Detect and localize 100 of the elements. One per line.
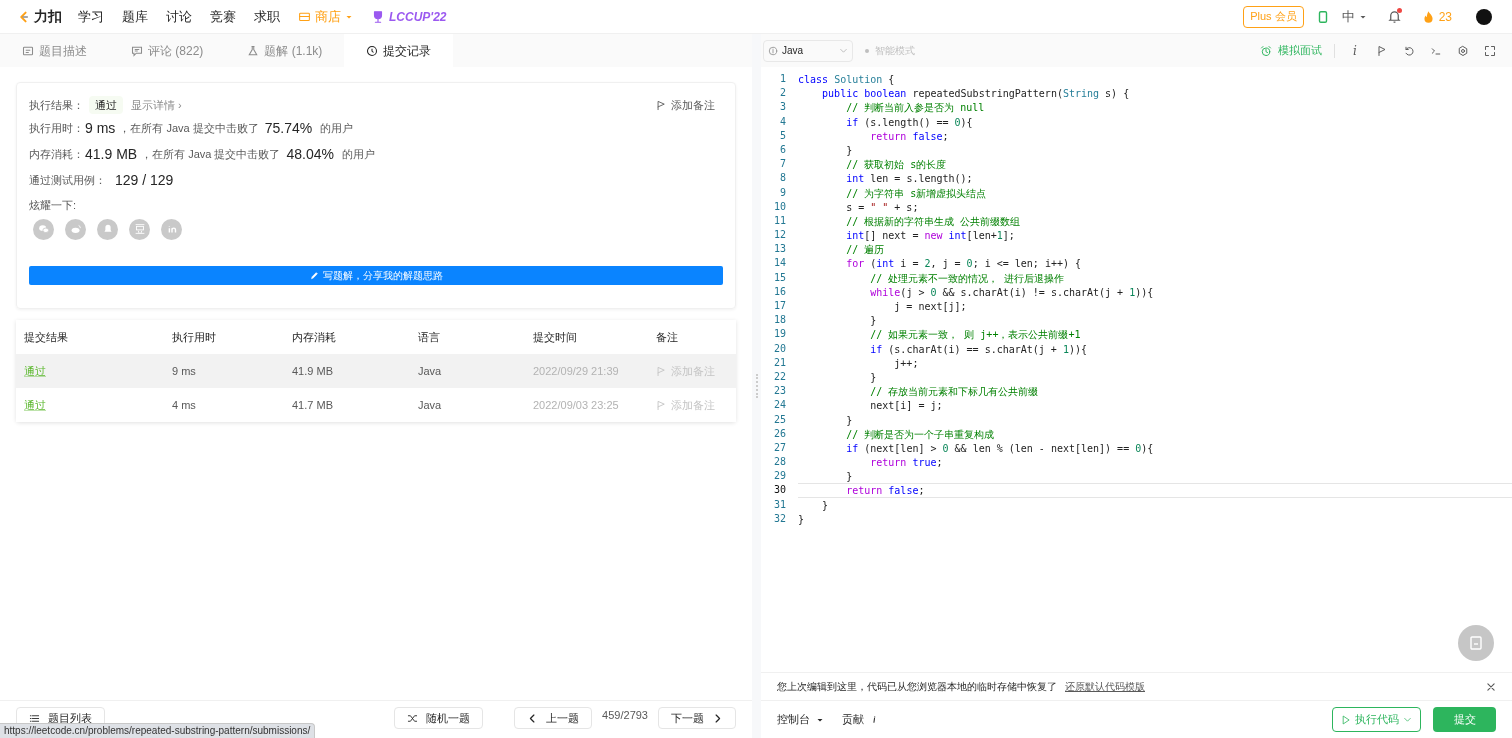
column-header: 内存消耗 xyxy=(292,329,337,345)
code-line: s = " " + s; xyxy=(845,200,920,214)
document-icon xyxy=(22,44,34,57)
chat-bubbles-icon[interactable] xyxy=(33,218,54,240)
status-badge: 通过 xyxy=(89,95,123,115)
language-menu[interactable]: 中 xyxy=(1341,6,1367,27)
line-number: 9 xyxy=(778,185,787,200)
douban-icon[interactable] xyxy=(129,218,150,240)
contribute-button[interactable]: 贡献 xyxy=(842,711,879,728)
stat-text: 的用户 xyxy=(320,120,354,136)
nav-link[interactable]: 学习 xyxy=(78,6,104,27)
line-number: 5 xyxy=(778,128,787,143)
flame-icon xyxy=(1421,9,1435,24)
code-line: // 遍历 xyxy=(845,243,886,257)
column-header: 语言 xyxy=(418,329,441,345)
code-line: } xyxy=(845,470,854,484)
avatar[interactable] xyxy=(1476,8,1492,25)
flag-icon xyxy=(656,365,667,377)
nav-link[interactable]: 讨论 xyxy=(166,6,192,27)
close-icon[interactable] xyxy=(1486,681,1496,692)
code-line: return true; xyxy=(869,456,944,470)
stat-text: 的用户 xyxy=(342,146,375,162)
code-line: if (next[len] > 0 && len % (len - next[len]) == 0){ xyxy=(845,441,1155,456)
event-link[interactable]: LCCUP'22 xyxy=(371,7,447,26)
line-number: 3 xyxy=(778,100,787,115)
alarm-clock-icon xyxy=(1260,44,1272,57)
code-line: j = next[j]; xyxy=(893,300,968,314)
console-button[interactable]: 控制台 xyxy=(777,711,824,728)
resize-handle[interactable] xyxy=(755,374,758,398)
previous-button[interactable]: 上一题 xyxy=(514,707,593,729)
language-select[interactable]: Java xyxy=(763,39,853,62)
stat-text: ，在所有 Java 提交中击败了 xyxy=(141,146,281,162)
line-number: 32 xyxy=(772,511,787,526)
line-number: 20 xyxy=(772,341,787,356)
nav-link[interactable]: 题库 xyxy=(122,6,148,27)
table-cell-text: 41.7 MB xyxy=(292,397,334,413)
site-logo-text[interactable]: 力扣 xyxy=(34,6,62,27)
reset-icon[interactable] xyxy=(1403,44,1415,57)
line-number: 1 xyxy=(778,72,787,86)
random-problem-button[interactable]: 随机一题 xyxy=(394,707,484,729)
line-number: 23 xyxy=(772,384,787,399)
line-number: 14 xyxy=(772,256,787,271)
stat-value: 41.9 MB xyxy=(85,144,138,164)
linkedin-icon[interactable] xyxy=(161,218,182,240)
chevron-down-icon xyxy=(839,46,848,55)
flag-icon[interactable] xyxy=(1376,44,1388,57)
percentile-value: 48.04% xyxy=(286,144,334,164)
code-line: } xyxy=(869,370,878,385)
details-link[interactable]: 显示详情 › xyxy=(131,96,182,114)
table-cell-text: 2022/09/29 21:39 xyxy=(533,363,620,379)
clock-icon xyxy=(366,44,379,57)
flag-icon xyxy=(656,99,667,111)
code-line: return false; xyxy=(869,129,950,143)
code-line: // 根据新的字符串生成 公共前缀数组 xyxy=(845,214,1022,229)
notes-button[interactable] xyxy=(1458,625,1494,661)
comment-icon xyxy=(131,44,143,57)
pencil-icon xyxy=(309,270,319,280)
tab[interactable]: 提交记录 xyxy=(344,34,454,67)
line-number: 2 xyxy=(778,86,787,101)
line-number: 6 xyxy=(778,142,787,157)
stat-text: ，在所有 Java 提交中击败了 xyxy=(119,120,259,136)
line-number: 19 xyxy=(772,327,787,342)
write-solution-button[interactable]: 写题解，分享我的解题思路 xyxy=(29,265,723,285)
line-number: 31 xyxy=(772,497,787,512)
settings-icon[interactable] xyxy=(1457,44,1469,57)
info-button[interactable]: i xyxy=(1347,41,1363,60)
nav-link[interactable]: 竞赛 xyxy=(210,6,236,27)
code-line: } xyxy=(845,143,854,158)
add-note-button[interactable]: 添加备注 xyxy=(656,96,715,114)
fullscreen-icon[interactable] xyxy=(1484,44,1496,57)
code-line: next[i] = j; xyxy=(869,399,944,413)
line-number: 28 xyxy=(772,455,787,470)
trophy-icon xyxy=(371,9,385,24)
penguin-icon[interactable] xyxy=(97,218,118,240)
info-icon xyxy=(768,45,778,56)
stat-value: 9 ms xyxy=(85,118,116,138)
line-number: 4 xyxy=(778,114,787,129)
table-cell-text: Java xyxy=(418,363,443,379)
nav-link[interactable]: 求职 xyxy=(254,6,280,27)
line-number: 22 xyxy=(772,369,787,384)
line-number: 30 xyxy=(772,483,787,498)
line-number: 29 xyxy=(772,469,787,484)
line-number: 15 xyxy=(772,270,787,285)
notification-bell-icon[interactable] xyxy=(1386,9,1402,24)
code-line: // 存放当前元素和下标几有公共前缀 xyxy=(869,385,1040,399)
line-number: 13 xyxy=(772,242,787,257)
code-line: } xyxy=(821,498,830,512)
next-button[interactable]: 下一题 xyxy=(658,707,736,729)
column-header: 提交结果 xyxy=(24,329,69,345)
restore-template-link[interactable]: 还原默认代码模版 xyxy=(1065,679,1145,694)
code-line: } xyxy=(845,413,854,427)
line-number: 11 xyxy=(772,213,787,228)
test-cases-value: 129 / 129 xyxy=(115,170,174,190)
code-line: // 如果元素一致， 则 j++，表示公共前缀+1 xyxy=(869,328,1082,342)
field-label: 炫耀一下: xyxy=(29,198,78,213)
line-number: 25 xyxy=(772,412,787,427)
weibo-eye-icon[interactable] xyxy=(65,218,86,240)
list-icon xyxy=(29,712,40,724)
notebook-icon xyxy=(1468,635,1484,651)
table-cell-text: 2022/09/03 23:25 xyxy=(533,397,620,413)
